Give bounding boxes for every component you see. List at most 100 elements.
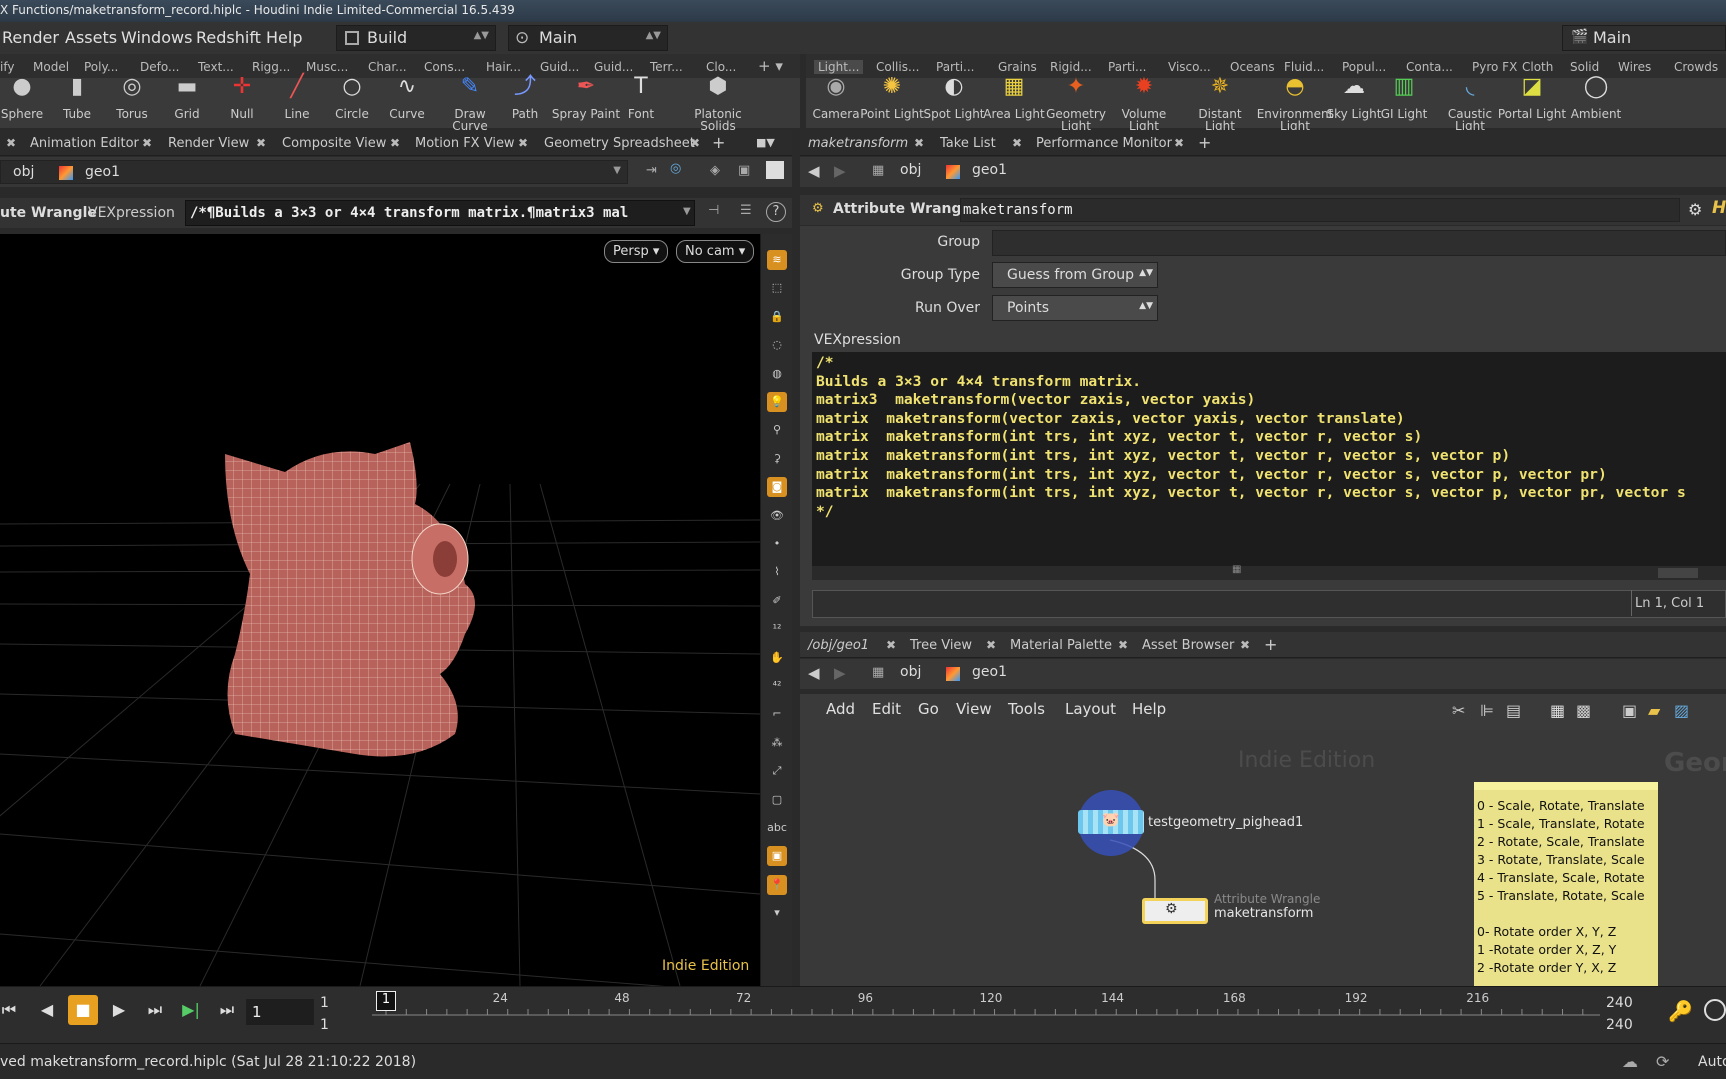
shelf-tab[interactable]: Solid — [1570, 60, 1599, 74]
forward-arrow-icon[interactable]: ▶ — [834, 664, 846, 682]
shelf-tool-platonic-solids[interactable]: ⬢ Platonic Solids — [683, 76, 753, 133]
close-icon[interactable]: ✖ — [256, 136, 266, 150]
play-forward-icon[interactable]: ▶ — [104, 995, 134, 1025]
shelf-tab[interactable]: Guid... — [540, 60, 579, 74]
numbers-icon[interactable]: ⁴² — [767, 676, 787, 696]
shelf-tab[interactable]: Crowds — [1674, 60, 1718, 74]
list-icon[interactable]: ▤ — [1506, 701, 1521, 720]
network-editor[interactable]: Indie Edition Geom 🐷 testgeometry_pighea… — [800, 730, 1726, 986]
shelf-tab[interactable]: Fluid... — [1284, 60, 1324, 74]
net-menu-help[interactable]: Help — [1132, 700, 1166, 718]
refresh-icon[interactable]: ⟳ — [1656, 1052, 1669, 1071]
group-field[interactable] — [992, 230, 1726, 256]
shelf-tab[interactable]: Poly... — [84, 60, 118, 74]
shelf-tool-gi-light[interactable]: ▥ GI Light — [1366, 76, 1442, 121]
stop-icon[interactable]: ■ — [68, 995, 98, 1025]
tab-animation-editor[interactable]: Animation Editor — [30, 136, 139, 151]
sticky-note[interactable]: 0 - Scale, Rotate, Translate 1 - Scale, T… — [1474, 782, 1658, 986]
timeline-ruler[interactable]: 24 48 72 96 120 144 168 192 216 1 — [372, 989, 1600, 1039]
end-frame-2[interactable]: 240 — [1606, 1017, 1633, 1033]
crumb-obj[interactable]: obj — [900, 664, 921, 680]
sticky-note-icon[interactable]: ▰ — [1648, 701, 1660, 720]
forward-arrow-icon[interactable]: ▶ — [834, 162, 846, 180]
help-h-icon[interactable]: H — [1712, 198, 1726, 218]
shelf-tool-volume-light[interactable]: ✹ Volume Light — [1106, 76, 1182, 133]
shelf-tool-distant-light[interactable]: ✵ Distant Light — [1182, 76, 1258, 133]
close-icon[interactable]: ✖ — [986, 638, 996, 652]
cloud-icon[interactable]: ☁ — [1622, 1052, 1638, 1071]
eye-icon[interactable]: 👁 — [767, 506, 787, 526]
shelf-tab[interactable]: Model — [33, 60, 69, 74]
shelf-tab[interactable]: Text... — [198, 60, 234, 74]
shelf-tab[interactable]: Grains — [998, 60, 1037, 74]
wrangle-snippet-field[interactable]: /*¶Builds a 3×3 or 4×4 transform matrix.… — [185, 200, 695, 226]
shelf-tab[interactable]: Guid... — [594, 60, 633, 74]
light-add-icon[interactable]: ⚲ — [767, 420, 787, 440]
scatter-icon[interactable]: ⁂ — [767, 733, 787, 753]
chevron-down-icon[interactable]: ▾ — [767, 903, 787, 923]
dot-icon[interactable]: • — [767, 534, 787, 554]
end-frame-1[interactable]: 240 — [1606, 995, 1633, 1011]
shelf-tab[interactable]: Parti... — [936, 60, 974, 74]
tab-maketransform[interactable]: maketransform — [808, 136, 908, 151]
net-menu-tools[interactable]: Tools — [1008, 700, 1045, 718]
tab-material-palette[interactable]: Material Palette — [1010, 638, 1112, 653]
crumb-geo1[interactable]: geo1 — [85, 164, 120, 180]
resize-grip-icon[interactable]: ▦ — [1232, 564, 1241, 575]
tab-motion-fx-view[interactable]: Motion FX View — [415, 136, 515, 151]
pin-icon[interactable]: ⇥ — [646, 163, 657, 178]
light-icon[interactable]: 💡 — [767, 392, 787, 412]
layers-icon[interactable]: ≋ — [767, 250, 787, 270]
tab-take-list[interactable]: Take List — [940, 136, 996, 151]
tile-icon[interactable]: ▩ — [1576, 701, 1591, 720]
key-icon[interactable]: 🔑 — [1668, 999, 1693, 1023]
tab-render-view[interactable]: Render View — [168, 136, 249, 151]
shelf-tool-curve[interactable]: ∿ Curve — [372, 76, 442, 121]
add-tab-icon[interactable]: + — [712, 133, 725, 152]
tab-tree-view[interactable]: Tree View — [910, 638, 972, 653]
shelf-tab[interactable]: Popul... — [1342, 60, 1386, 74]
shelf-tab[interactable]: Pyro FX — [1472, 60, 1517, 74]
step-forward-icon[interactable]: ⏭ — [140, 995, 170, 1025]
close-icon[interactable]: ✖ — [914, 136, 924, 150]
shelf-tab[interactable]: Oceans — [1230, 60, 1275, 74]
net-menu-layout[interactable]: Layout — [1065, 700, 1116, 718]
lock-icon[interactable]: 🔒 — [767, 307, 787, 327]
camera-menu[interactable]: No cam ▾ — [676, 240, 755, 263]
shelf-tab[interactable]: Terr... — [650, 60, 683, 74]
shelf-tab[interactable]: Parti... — [1108, 60, 1146, 74]
add-tab-icon[interactable]: + — [1264, 635, 1277, 654]
crumb-obj[interactable]: obj — [900, 162, 921, 178]
stop-icon[interactable]: ▢ — [767, 790, 787, 810]
menu-assets[interactable]: Assets — [65, 28, 117, 47]
back-arrow-icon[interactable]: ◀ — [808, 664, 820, 682]
shelf-tab[interactable]: Defo... — [140, 60, 179, 74]
corner-icon[interactable]: ⌐ — [767, 704, 787, 724]
snippet-list-icon[interactable]: ☰ — [740, 203, 752, 218]
menu-render[interactable]: Render — [2, 28, 59, 47]
pane-menu-icon[interactable]: ■▼ — [756, 136, 775, 149]
fullscreen-icon[interactable] — [766, 161, 784, 179]
shelf-tab[interactable]: Visco... — [1168, 60, 1211, 74]
menu-redshift[interactable]: Redshift — [196, 28, 261, 47]
shelf-tab[interactable]: Cloth — [1522, 60, 1553, 74]
add-tab-icon[interactable]: + — [1198, 133, 1211, 152]
tab-geometry-spreadsheet[interactable]: Geometry Spreadsheet — [544, 136, 695, 151]
shelf-tab[interactable]: Collis... — [876, 60, 919, 74]
shelf-icon[interactable]: ▣ — [1622, 701, 1637, 720]
abc-icon[interactable]: abc — [767, 818, 787, 838]
tab-composite-view[interactable]: Composite View — [282, 136, 386, 151]
close-icon[interactable]: ✖ — [886, 638, 896, 652]
node-testgeometry[interactable]: 🐷 — [1078, 810, 1144, 834]
image-icon[interactable]: ▣ — [767, 846, 787, 867]
auto-update-label[interactable]: Auto — [1698, 1054, 1726, 1070]
camera-icon[interactable]: ◙ — [767, 477, 787, 498]
jump-start-icon[interactable]: ⏮ — [0, 995, 24, 1025]
tab-asset-browser[interactable]: Asset Browser — [1142, 638, 1234, 653]
chevron-down-icon[interactable]: ▼ — [683, 206, 691, 217]
tab-performance-monitor[interactable]: Performance Monitor — [1036, 136, 1172, 151]
net-menu-view[interactable]: View — [956, 700, 992, 718]
path-field[interactable]: obj geo1 ▼ — [0, 160, 628, 184]
scene-viewport[interactable]: Persp ▾ No cam ▾ Indie Edition — [0, 234, 760, 986]
run-over-select[interactable]: Points ▲▼ — [992, 295, 1158, 321]
